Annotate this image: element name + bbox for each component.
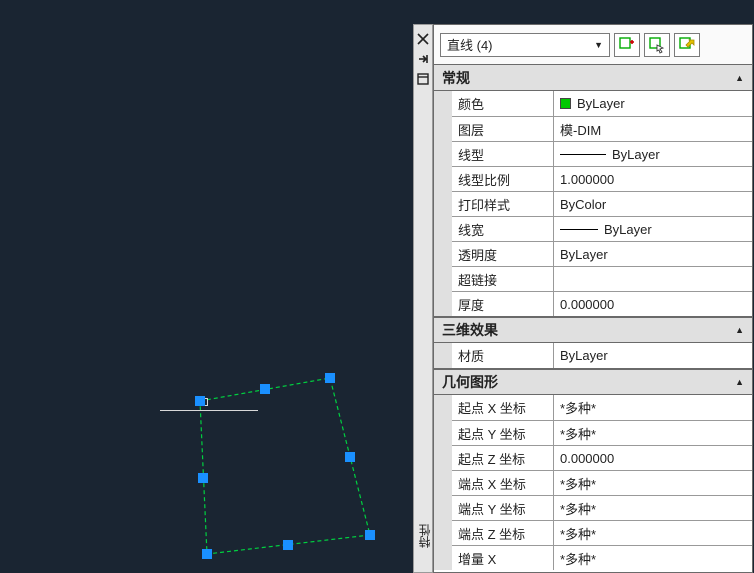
prop-value-ltscale[interactable]: 1.000000 — [554, 167, 752, 191]
panel-toolbar: 直线 (4) ▼ — [434, 25, 752, 65]
chevron-up-icon: ▲ — [735, 73, 744, 83]
vertex-grip[interactable] — [365, 530, 375, 540]
midpoint-grip[interactable] — [283, 540, 293, 550]
vertex-grip[interactable] — [202, 549, 212, 559]
prop-value-linetype[interactable]: ByLayer — [554, 142, 752, 166]
auto-hide-icon[interactable] — [416, 52, 430, 66]
prop-row-start-z[interactable]: 起点 Z 坐标 0.000000 — [452, 445, 752, 470]
vertex-grip[interactable] — [195, 396, 205, 406]
panel-title: 特性 — [416, 524, 433, 548]
prop-value-thickness[interactable]: 0.000000 — [554, 292, 752, 316]
prop-row-end-z[interactable]: 端点 Z 坐标 *多种* — [452, 520, 752, 545]
section-general-header[interactable]: 常规 ▲ — [434, 65, 752, 91]
prop-value-layer[interactable]: 模-DIM — [554, 117, 752, 141]
panel-body: 直线 (4) ▼ 常规 ▲ 颜色 — [433, 24, 753, 573]
prop-value-start-z[interactable]: 0.000000 — [554, 446, 752, 470]
prop-value-lineweight[interactable]: ByLayer — [554, 217, 752, 241]
prop-value-end-x[interactable]: *多种* — [554, 471, 752, 495]
prop-row-hyperlink[interactable]: 超链接 — [452, 266, 752, 291]
prop-value-end-z[interactable]: *多种* — [554, 521, 752, 545]
chevron-up-icon: ▲ — [735, 377, 744, 387]
prop-row-start-y[interactable]: 起点 Y 坐标 *多种* — [452, 420, 752, 445]
prop-value-start-x[interactable]: *多种* — [554, 395, 752, 420]
midpoint-grip[interactable] — [260, 384, 270, 394]
prop-row-material[interactable]: 材质 ByLayer — [452, 343, 752, 368]
section-gutter — [434, 91, 452, 316]
drawing-canvas[interactable] — [0, 0, 440, 573]
prop-value-start-y[interactable]: *多种* — [554, 421, 752, 445]
prop-row-ltscale[interactable]: 线型比例 1.000000 — [452, 166, 752, 191]
section-gutter — [434, 343, 452, 368]
prop-value-material[interactable]: ByLayer — [554, 343, 752, 368]
prop-row-end-x[interactable]: 端点 X 坐标 *多种* — [452, 470, 752, 495]
prop-row-color[interactable]: 颜色 ByLayer — [452, 91, 752, 116]
chevron-down-icon: ▼ — [594, 40, 603, 50]
section-3d-header[interactable]: 三维效果 ▲ — [434, 317, 752, 343]
vertex-grip[interactable] — [325, 373, 335, 383]
prop-value-color[interactable]: ByLayer — [554, 91, 752, 116]
menu-icon[interactable] — [416, 72, 430, 86]
prop-row-delta-x[interactable]: 增量 X *多种* — [452, 545, 752, 570]
object-type-dropdown[interactable]: 直线 (4) ▼ — [440, 33, 610, 57]
prop-row-linetype[interactable]: 线型 ByLayer — [452, 141, 752, 166]
prop-row-layer[interactable]: 图层 模-DIM — [452, 116, 752, 141]
crosshair-horizontal — [160, 410, 258, 411]
quick-select-button[interactable] — [674, 33, 700, 57]
prop-value-delta-x[interactable]: *多种* — [554, 546, 752, 570]
prop-value-hyperlink[interactable] — [554, 267, 752, 291]
object-type-label: 直线 (4) — [447, 35, 493, 54]
properties-panel: 特性 直线 (4) ▼ 常规 ▲ — [413, 24, 753, 573]
prop-value-plotstyle[interactable]: ByColor — [554, 192, 752, 216]
prop-row-start-x[interactable]: 起点 X 坐标 *多种* — [452, 395, 752, 420]
color-swatch-icon — [560, 98, 571, 109]
section-geometry-header[interactable]: 几何图形 ▲ — [434, 369, 752, 395]
prop-row-plotstyle[interactable]: 打印样式 ByColor — [452, 191, 752, 216]
prop-row-end-y[interactable]: 端点 Y 坐标 *多种* — [452, 495, 752, 520]
prop-value-transparency[interactable]: ByLayer — [554, 242, 752, 266]
section-gutter — [434, 395, 452, 570]
toggle-pickadd-button[interactable] — [614, 33, 640, 57]
prop-value-end-y[interactable]: *多种* — [554, 496, 752, 520]
chevron-up-icon: ▲ — [735, 325, 744, 335]
lineweight-sample-icon — [560, 229, 598, 230]
prop-row-lineweight[interactable]: 线宽 ByLayer — [452, 216, 752, 241]
midpoint-grip[interactable] — [345, 452, 355, 462]
prop-row-transparency[interactable]: 透明度 ByLayer — [452, 241, 752, 266]
midpoint-grip[interactable] — [198, 473, 208, 483]
close-icon[interactable] — [416, 32, 430, 46]
select-objects-button[interactable] — [644, 33, 670, 57]
linetype-sample-icon — [560, 154, 606, 155]
prop-row-thickness[interactable]: 厚度 0.000000 — [452, 291, 752, 316]
panel-titlebar[interactable]: 特性 — [413, 24, 433, 573]
